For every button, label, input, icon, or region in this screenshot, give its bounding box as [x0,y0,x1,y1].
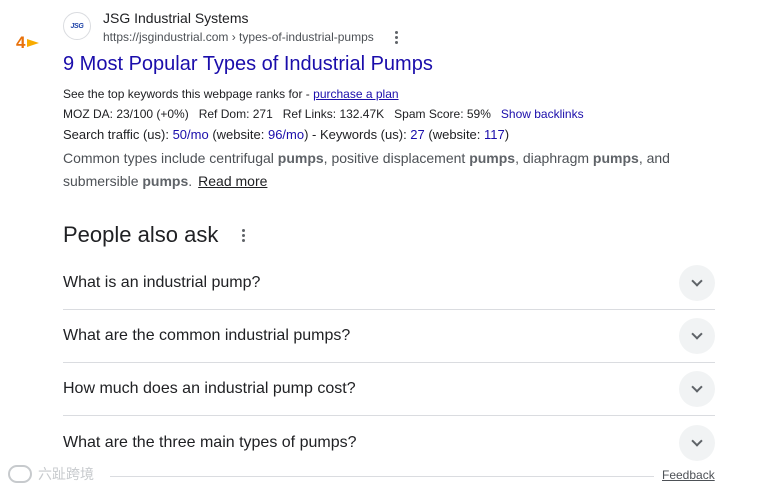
seo-keywords-line: See the top keywords this webpage ranks … [63,87,399,101]
traffic-value[interactable]: 50/mo [173,127,209,142]
result-snippet: Common types include centrifugal pumps, … [63,147,703,193]
keywords-site-open: (website: [424,127,485,142]
paa-question-text: What are the common industrial pumps? [63,327,351,344]
footer-divider [110,476,654,477]
ref-dom: Ref Dom: 271 [198,107,273,121]
paa-title: People also ask [63,222,219,247]
snippet-highlight: pumps [592,150,639,166]
expand-button[interactable] [679,424,715,461]
keywords-value[interactable]: 27 [410,127,424,142]
paa-question-3[interactable]: How much does an industrial pump cost? [63,363,715,416]
seo-traffic-line: Search traffic (us): 50/mo (website: 96/… [63,127,509,142]
feedback-link[interactable]: Feedback [662,468,715,482]
rank-arrow-icon [27,38,40,47]
traffic-site-open: (website: [208,127,268,142]
keywords-site-close: ) [504,127,510,142]
seo-metrics-line: MOZ DA: 23/100 (+0%) Ref Dom: 271 Ref Link… [63,107,584,121]
paa-question-text: What are the three main types of pumps? [63,433,357,451]
spam-score: Spam Score: 59% [394,107,491,121]
ref-links: Ref Links: 132.47K [282,107,385,121]
traffic-site-close: ) - Keywords (us): [304,127,411,142]
chevron-down-icon [691,275,703,287]
moz-da: MOZ DA: 23/100 (+0%) [63,107,189,121]
paa-header: People also ask [63,222,250,248]
show-backlinks-link[interactable]: Show backlinks [501,107,584,121]
expand-button[interactable] [679,265,715,301]
snippet-highlight: pumps [277,150,324,166]
watermark-text: 六趾跨境 [38,466,94,482]
chevron-down-icon [691,381,703,393]
site-url[interactable]: https://jsgindustrial.com › types-of-ind… [103,30,374,44]
watermark: 六趾跨境 [8,464,94,484]
chevron-down-icon [691,328,703,340]
watermark-logo-icon [8,465,32,483]
snippet-text: Common types include centrifugal [63,150,278,166]
result-options-icon[interactable] [389,28,403,46]
expand-button[interactable] [679,371,715,407]
site-url-path: › types-of-industrial-pumps [228,30,374,44]
snippet-text: , positive displacement [323,150,470,166]
chevron-down-icon [691,434,703,447]
paa-question-text: What is an industrial pump? [63,274,261,291]
snippet-text: . [188,173,193,189]
site-favicon[interactable]: JSG [63,12,91,40]
result-title-link[interactable]: 9 Most Popular Types of Industrial Pumps [63,53,433,76]
favicon-logo-text: JSG [70,22,84,30]
site-url-domain: https://jsgindustrial.com [103,30,229,44]
traffic-label: Search traffic (us): [63,127,173,142]
keywords-prefix: See the top keywords this webpage ranks … [63,87,314,101]
rank-number: 4 [16,33,26,52]
paa-question-2[interactable]: What are the common industrial pumps? [63,310,715,363]
snippet-text: , diaphragm [515,150,593,166]
paa-question-4[interactable]: What are the three main types of pumps? [63,416,715,469]
purchase-plan-link[interactable]: purchase a plan [313,87,398,101]
read-more-link[interactable]: Read more [198,173,267,189]
expand-button[interactable] [679,318,715,354]
rank-indicator: 4 [16,33,40,52]
paa-question-text: How much does an industrial pump cost? [63,380,356,397]
paa-list: What is an industrial pump? What are the… [63,257,715,469]
paa-question-1[interactable]: What is an industrial pump? [63,257,715,310]
traffic-site-value[interactable]: 96/mo [268,127,304,142]
site-name[interactable]: JSG Industrial Systems [103,10,249,26]
snippet-highlight: pumps [142,173,189,189]
paa-options-icon[interactable] [236,226,250,244]
keywords-site-value[interactable]: 117 [484,127,505,142]
snippet-highlight: pumps [469,150,516,166]
